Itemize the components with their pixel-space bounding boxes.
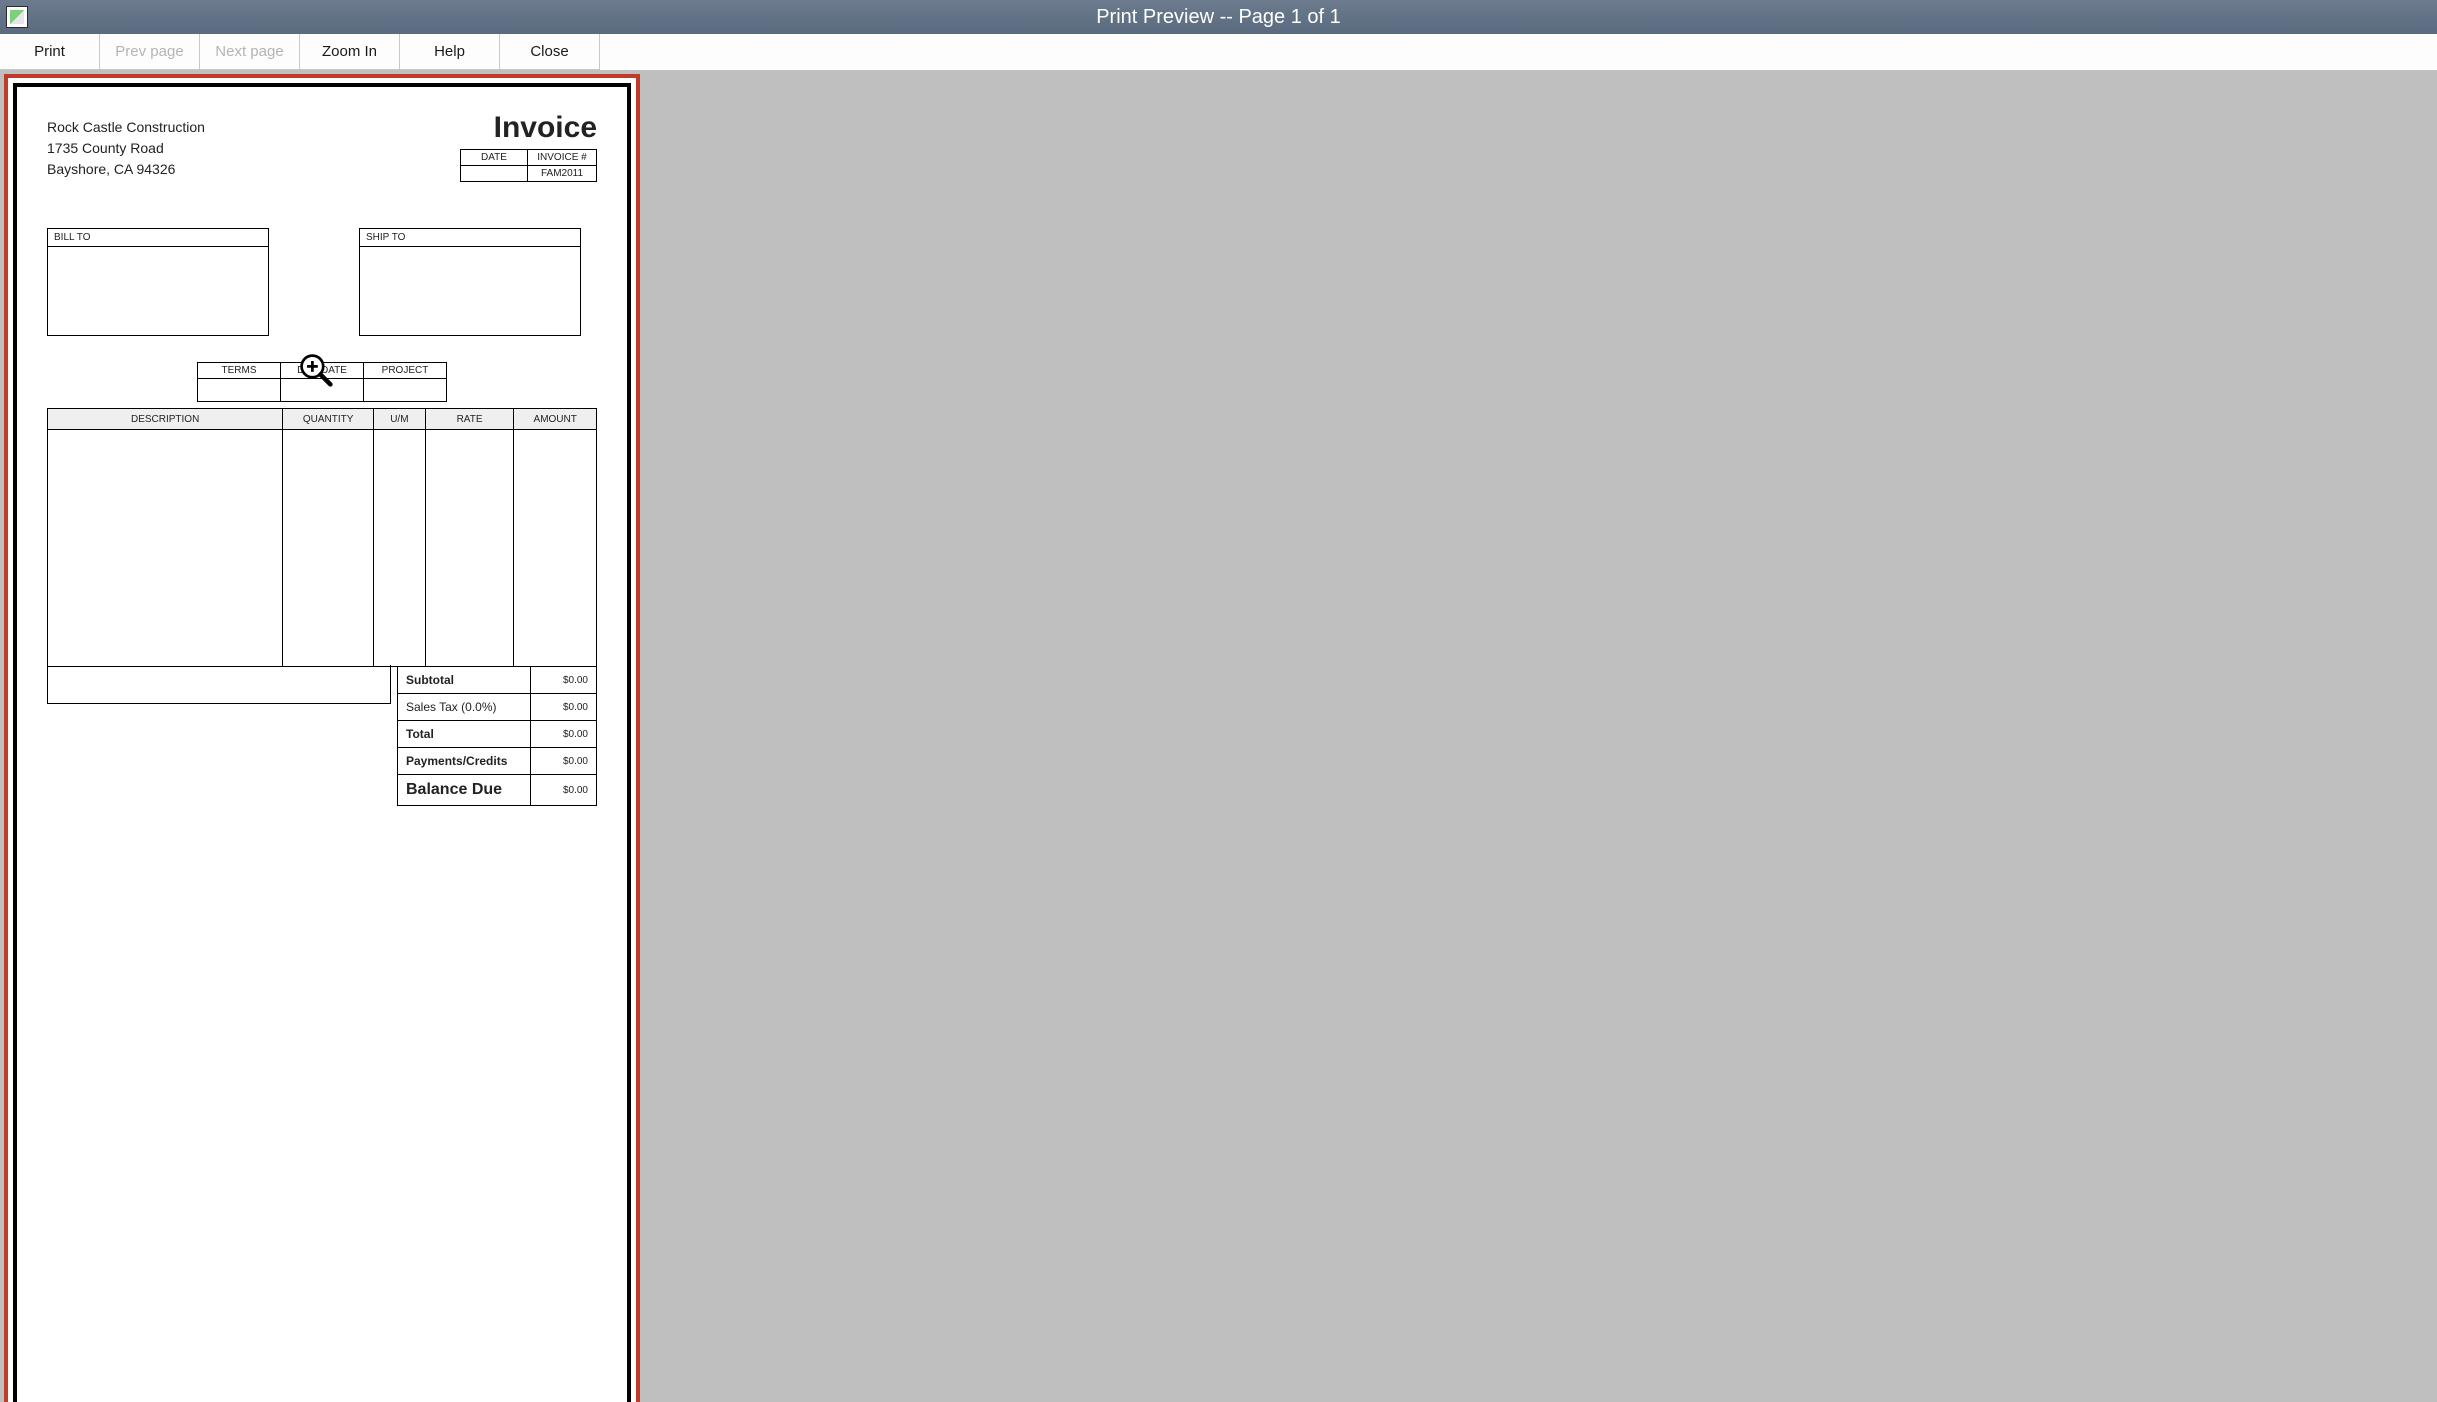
window-titlebar: Print Preview -- Page 1 of 1	[0, 0, 2437, 34]
totals-table: Subtotal $0.00 Sales Tax (0.0%) $0.00 To…	[397, 666, 597, 806]
balance-label: Balance Due	[398, 775, 531, 806]
help-button[interactable]: Help	[400, 34, 500, 70]
prev-page-button: Prev page	[100, 34, 200, 70]
col-rate: RATE	[425, 409, 514, 430]
terms-header: TERMS	[198, 363, 281, 379]
page-inner: Rock Castle Construction 1735 County Roa…	[13, 83, 631, 1402]
col-description: DESCRIPTION	[48, 409, 283, 430]
payments-label: Payments/Credits	[398, 748, 531, 775]
below-description-box	[47, 665, 391, 704]
duedate-header: DUE DATE	[281, 363, 364, 379]
payments-value: $0.00	[531, 748, 597, 775]
date-header: DATE	[461, 150, 528, 166]
date-value	[461, 166, 528, 182]
duedate-value	[281, 379, 364, 402]
terms-value	[198, 379, 281, 402]
app-icon	[6, 6, 28, 28]
preview-workspace: Rock Castle Construction 1735 County Roa…	[0, 70, 2437, 1402]
subtotal-value: $0.00	[531, 667, 597, 694]
invno-header: INVOICE #	[528, 150, 597, 166]
invoice-title: Invoice	[494, 111, 597, 145]
close-button[interactable]: Close	[500, 34, 600, 70]
date-invoice-table: DATE INVOICE # FAM2011	[460, 149, 597, 182]
balance-value: $0.00	[531, 775, 597, 806]
print-button[interactable]: Print	[0, 34, 100, 70]
subtotal-label: Subtotal	[398, 667, 531, 694]
col-um: U/M	[374, 409, 426, 430]
col-amount: AMOUNT	[514, 409, 597, 430]
items-table: DESCRIPTION QUANTITY U/M RATE AMOUNT	[47, 408, 597, 667]
bill-to-label: BILL TO	[48, 229, 268, 247]
page-preview[interactable]: Rock Castle Construction 1735 County Roa…	[4, 74, 640, 1402]
ship-to-box: SHIP TO	[359, 228, 581, 336]
next-page-button: Next page	[200, 34, 300, 70]
salestax-value: $0.00	[531, 694, 597, 721]
col-quantity: QUANTITY	[283, 409, 374, 430]
invno-value: FAM2011	[528, 166, 597, 182]
total-value: $0.00	[531, 721, 597, 748]
salestax-label: Sales Tax (0.0%)	[398, 694, 531, 721]
zoom-in-button[interactable]: Zoom In	[300, 34, 400, 70]
project-value	[364, 379, 447, 402]
window-title: Print Preview -- Page 1 of 1	[1096, 6, 1341, 28]
ship-to-label: SHIP TO	[360, 229, 580, 247]
terms-table: TERMS DUE DATE PROJECT	[197, 362, 447, 402]
project-header: PROJECT	[364, 363, 447, 379]
table-row	[48, 430, 597, 667]
total-label: Total	[398, 721, 531, 748]
bill-to-box: BILL TO	[47, 228, 269, 336]
toolbar: Print Prev page Next page Zoom In Help C…	[0, 34, 2437, 71]
